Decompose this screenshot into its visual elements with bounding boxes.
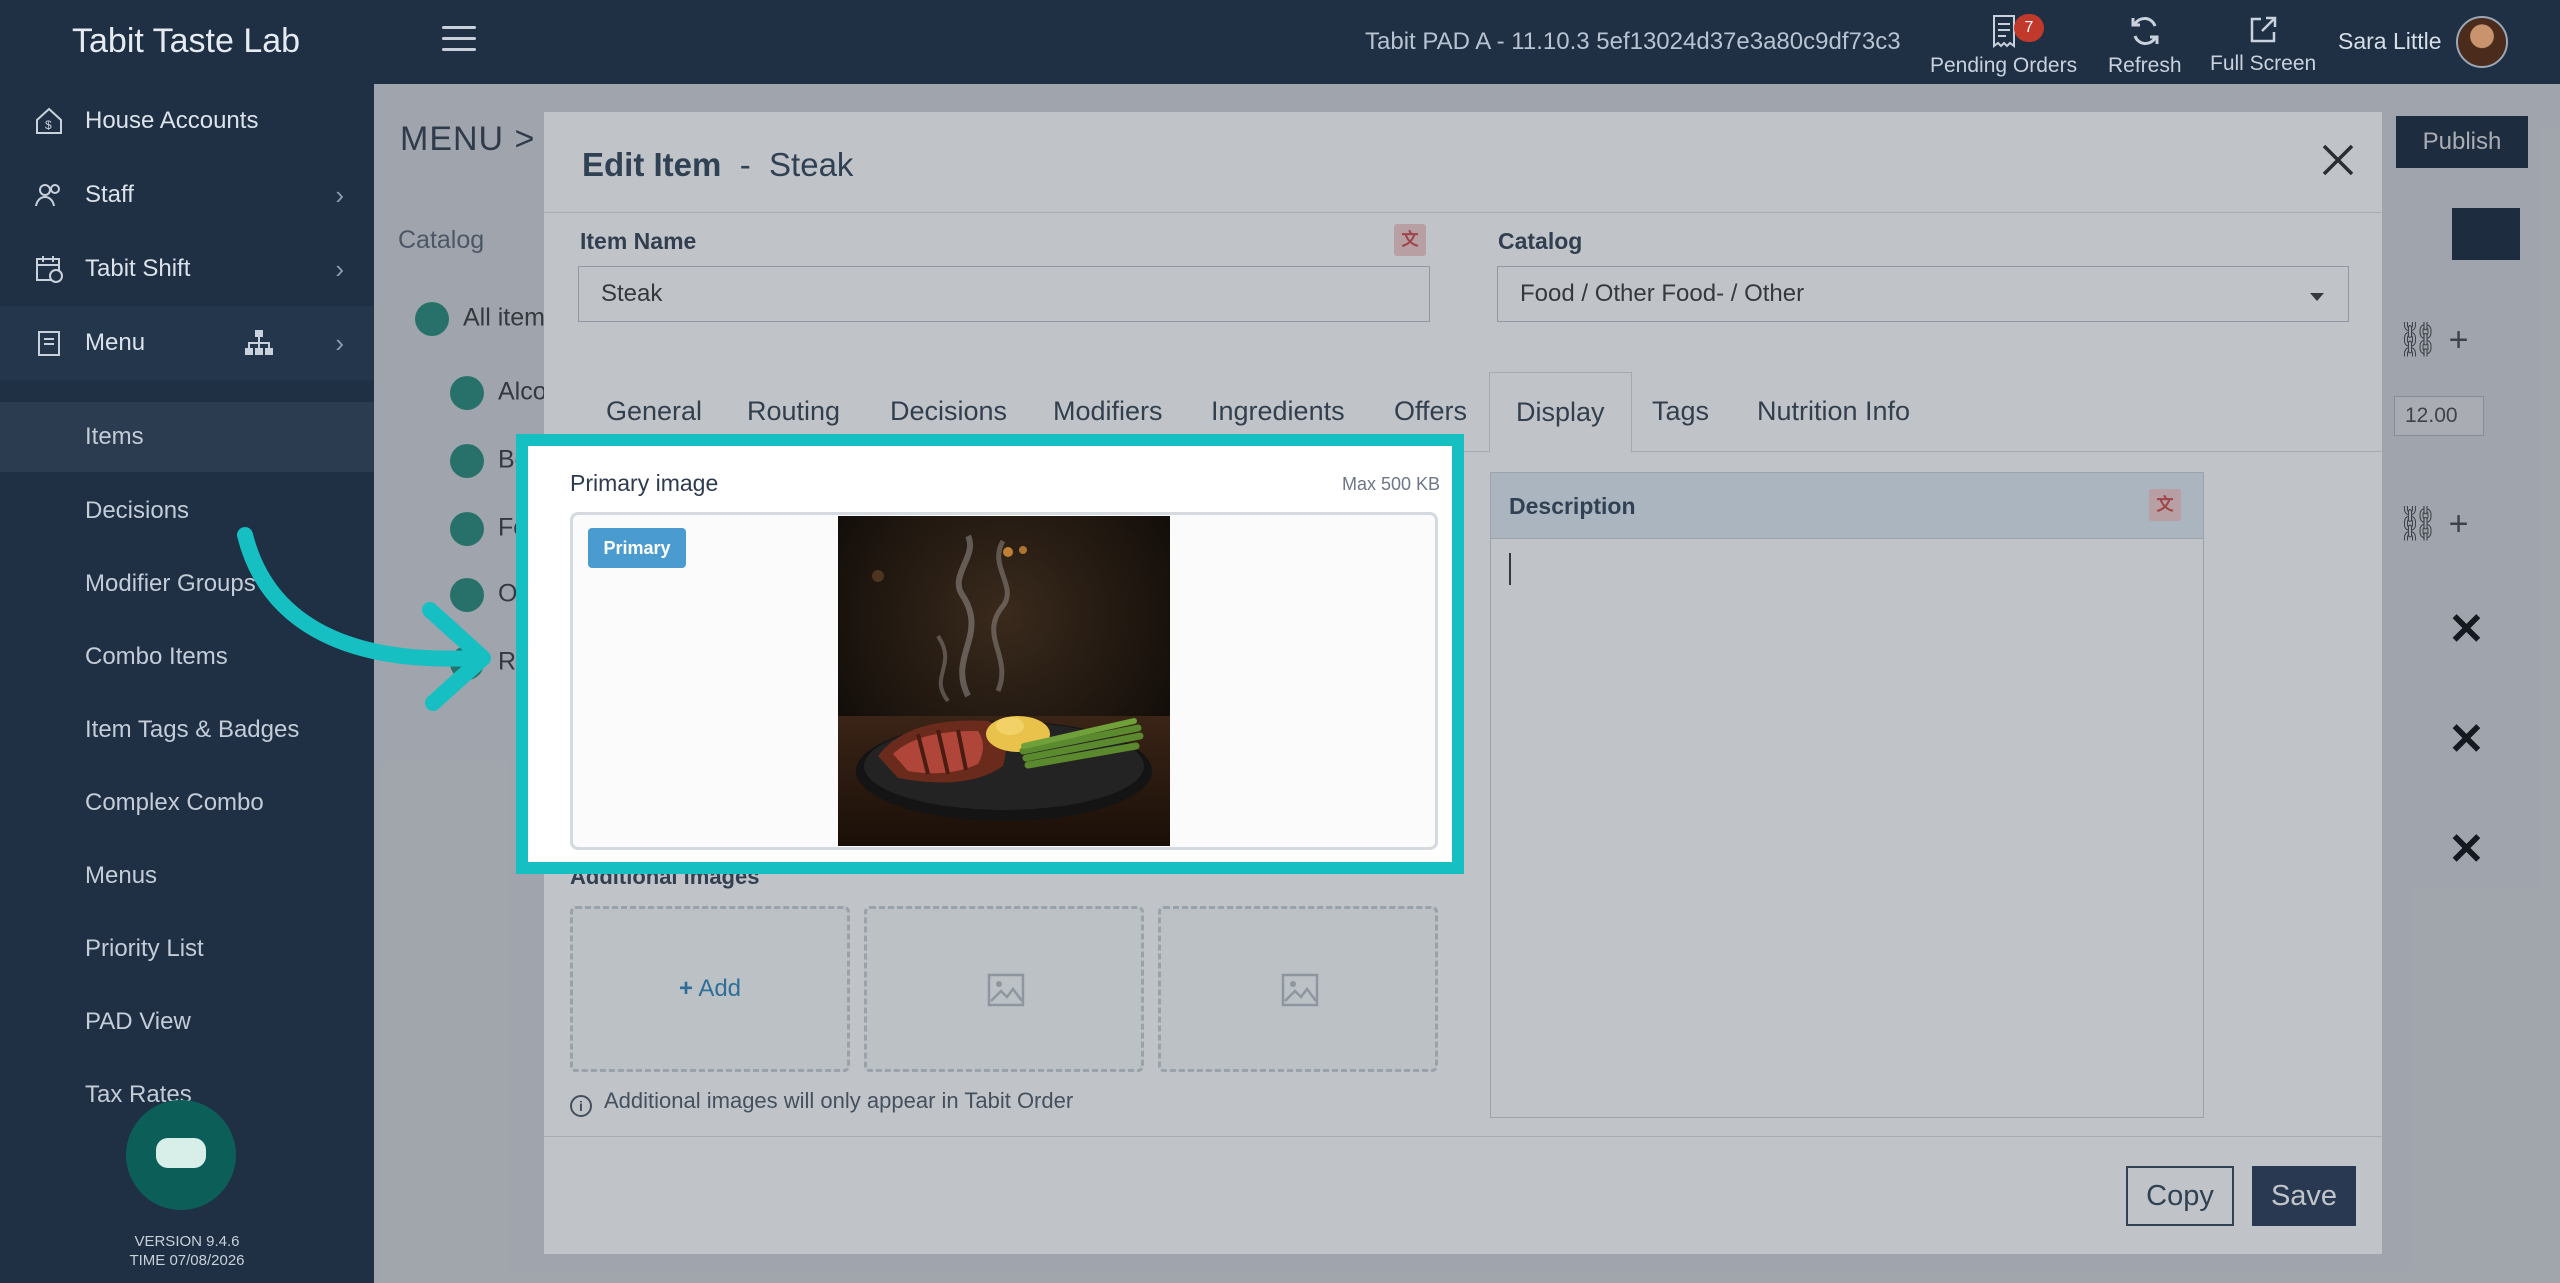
brand-title: Tabit Taste Lab (72, 22, 301, 60)
sitemap-icon[interactable] (244, 329, 274, 357)
primary-badge: Primary (588, 528, 686, 568)
pending-count-badge: 7 (2014, 14, 2044, 42)
steak-photo[interactable] (838, 516, 1170, 846)
version-info: VERSION 9.4.6 TIME 07/08/2026 (129, 1233, 245, 1269)
sidebar-item-tabit-shift[interactable]: Tabit Shift › (0, 232, 374, 306)
chevron-right-icon: › (335, 253, 344, 284)
sidebar-item-house-accounts[interactable]: $ House Accounts (0, 84, 374, 158)
top-bar: Tabit Taste Lab Tabit PAD A - 11.10.3 5e… (0, 0, 2560, 84)
full-screen-label: Full Screen (2210, 52, 2317, 75)
hamburger-menu-icon[interactable] (442, 26, 476, 54)
pending-orders-label: Pending Orders (1930, 54, 2078, 77)
max-size-label: Max 500 KB (1342, 474, 1441, 494)
external-link-icon (2250, 16, 2277, 43)
svg-text:$: $ (45, 118, 52, 132)
sidebar-item-menus[interactable]: Menus (0, 841, 374, 911)
refresh-label: Refresh (2108, 54, 2182, 77)
sidebar-item-staff[interactable]: Staff › (0, 158, 374, 232)
refresh-icon (2131, 17, 2159, 45)
chat-support-button[interactable] (126, 1100, 236, 1210)
user-name[interactable]: Sara Little (2338, 28, 2442, 55)
users-icon (35, 184, 60, 207)
refresh-button[interactable]: Refresh (2108, 14, 2182, 78)
full-screen-button[interactable]: Full Screen (2210, 14, 2316, 76)
pending-orders-button[interactable]: 7 Pending Orders (1930, 14, 2077, 78)
house-dollar-icon: $ (36, 107, 62, 134)
calendar-clock-icon (36, 256, 63, 283)
sidebar-item-priority-list[interactable]: Priority List (0, 914, 374, 984)
chevron-right-icon: › (335, 327, 344, 358)
device-info: Tabit PAD A - 11.10.3 5ef13024d37e3a80c9… (1365, 28, 1901, 55)
chat-icon (156, 1138, 206, 1168)
sidebar-item-pad-view[interactable]: PAD View (0, 987, 374, 1057)
menu-book-icon (38, 331, 60, 356)
avatar[interactable] (2456, 16, 2508, 68)
chevron-right-icon: › (335, 179, 344, 210)
sidebar-item-items[interactable]: Items (0, 402, 374, 472)
pointer-arrow-icon (237, 527, 491, 711)
primary-image-label: Primary image (570, 470, 719, 496)
sidebar-item-menu[interactable]: Menu › (0, 306, 374, 380)
sidebar-item-complex-combo[interactable]: Complex Combo (0, 768, 374, 838)
